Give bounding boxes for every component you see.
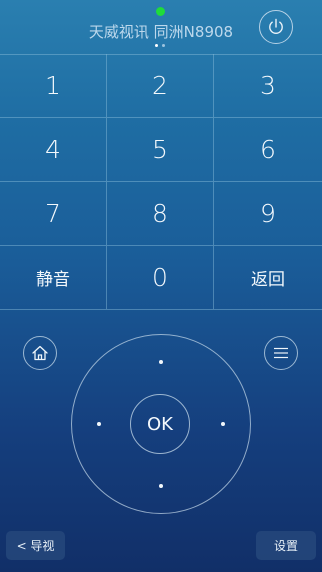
back-button[interactable]: 返回 [214, 246, 322, 310]
keypad: 1 2 3 4 5 6 7 8 9 静音 0 返回 [0, 54, 322, 310]
key-3[interactable]: 3 [214, 54, 322, 118]
key-4[interactable]: 4 [0, 118, 107, 182]
power-icon [269, 18, 283, 34]
dpad-up-button[interactable] [146, 347, 176, 377]
home-icon [32, 345, 48, 361]
home-button[interactable] [23, 336, 57, 370]
key-2[interactable]: 2 [107, 54, 214, 118]
key-label: 7 [45, 199, 61, 228]
key-1[interactable]: 1 [0, 54, 107, 118]
dot-icon [159, 484, 163, 488]
key-8[interactable]: 8 [107, 182, 214, 246]
settings-label: 设置 [273, 539, 298, 553]
dpad-down-button[interactable] [146, 471, 176, 501]
ok-button[interactable]: OK [130, 394, 190, 454]
key-label: 1 [45, 71, 61, 100]
guide-button[interactable]: < 导视 [6, 531, 65, 560]
key-label: 0 [152, 263, 168, 292]
mute-button[interactable]: 静音 [0, 246, 107, 310]
key-label: 3 [260, 71, 276, 100]
ok-label: OK [147, 413, 173, 435]
key-6[interactable]: 6 [214, 118, 322, 182]
dot-icon [159, 360, 163, 364]
page-indicator [155, 44, 165, 47]
dpad-left-button[interactable] [84, 409, 114, 439]
power-button[interactable] [259, 10, 293, 44]
key-label: 返回 [251, 270, 285, 290]
dpad: OK [71, 334, 251, 514]
dpad-right-button[interactable] [208, 409, 238, 439]
keypad-top-divider [0, 54, 322, 55]
dot-icon [97, 422, 101, 426]
dot-icon [221, 422, 225, 426]
key-label: 2 [152, 71, 168, 100]
menu-button[interactable] [264, 336, 298, 370]
key-0[interactable]: 0 [107, 246, 214, 310]
settings-button[interactable]: 设置 [256, 531, 316, 560]
connection-status-dot [156, 7, 165, 16]
key-label: 6 [260, 135, 276, 164]
header: 天威视讯 同洲N8908 [0, 0, 322, 54]
key-label: 静音 [36, 270, 70, 290]
page-dot [162, 44, 165, 47]
key-label: 5 [152, 135, 168, 164]
key-9[interactable]: 9 [214, 182, 322, 246]
key-7[interactable]: 7 [0, 182, 107, 246]
guide-label: < 导视 [16, 539, 55, 553]
key-label: 8 [152, 199, 168, 228]
page-dot-active [155, 44, 158, 47]
menu-icon [274, 347, 288, 359]
key-label: 9 [260, 199, 276, 228]
key-5[interactable]: 5 [107, 118, 214, 182]
key-label: 4 [45, 135, 61, 164]
